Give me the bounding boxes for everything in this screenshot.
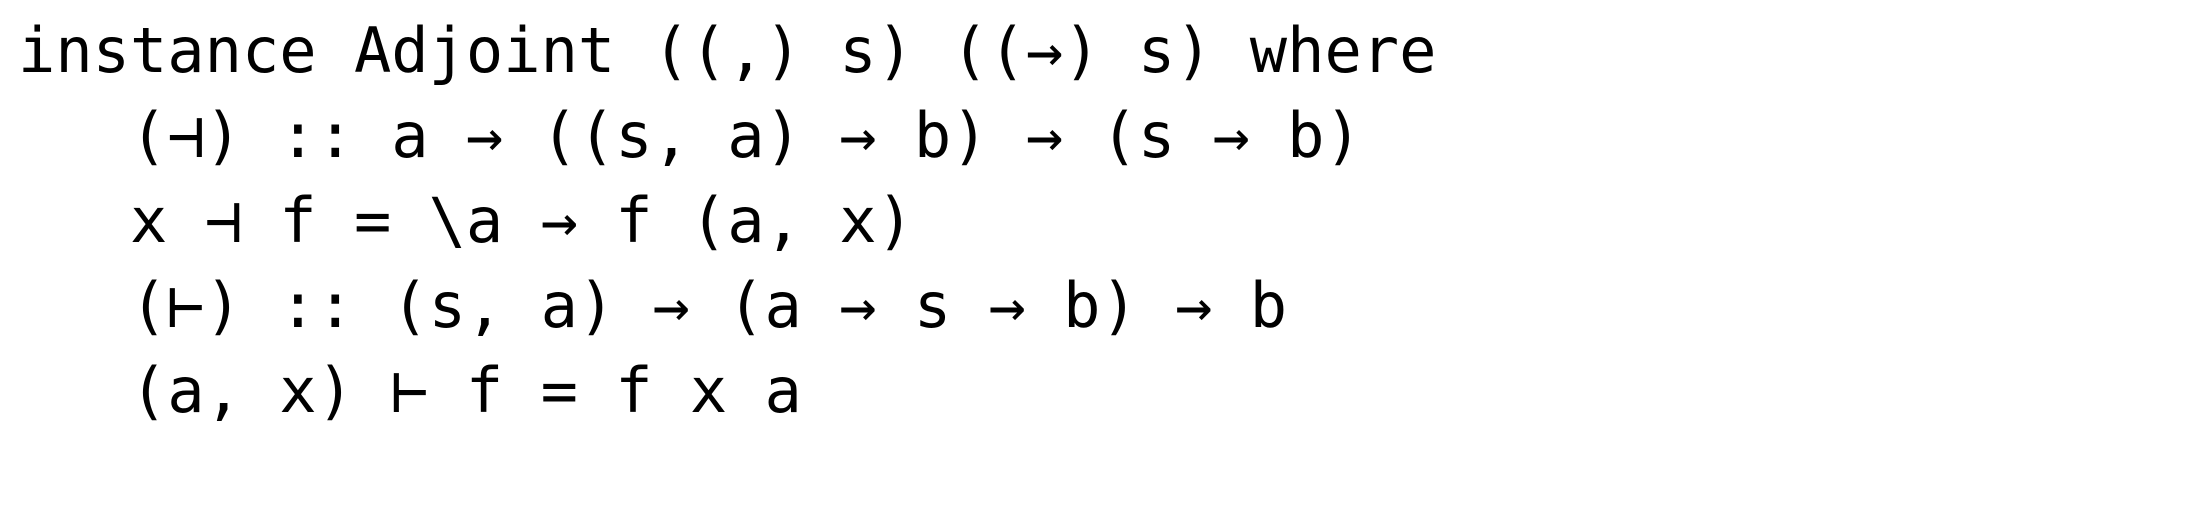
code-line: (⊣) :: a → ((s, a) → b) → (s → b) — [18, 99, 1362, 172]
code-line: x ⊣ f = \a → f (a, x) — [18, 184, 914, 257]
code-line: (a, x) ⊢ f = f x a — [18, 354, 802, 427]
code-line: (⊢) :: (s, a) → (a → s → b) → b — [18, 269, 1288, 342]
code-line: instance Adjoint ((,) s) ((→) s) where — [18, 14, 1437, 87]
code-block: instance Adjoint ((,) s) ((→) s) where (… — [0, 0, 2188, 508]
